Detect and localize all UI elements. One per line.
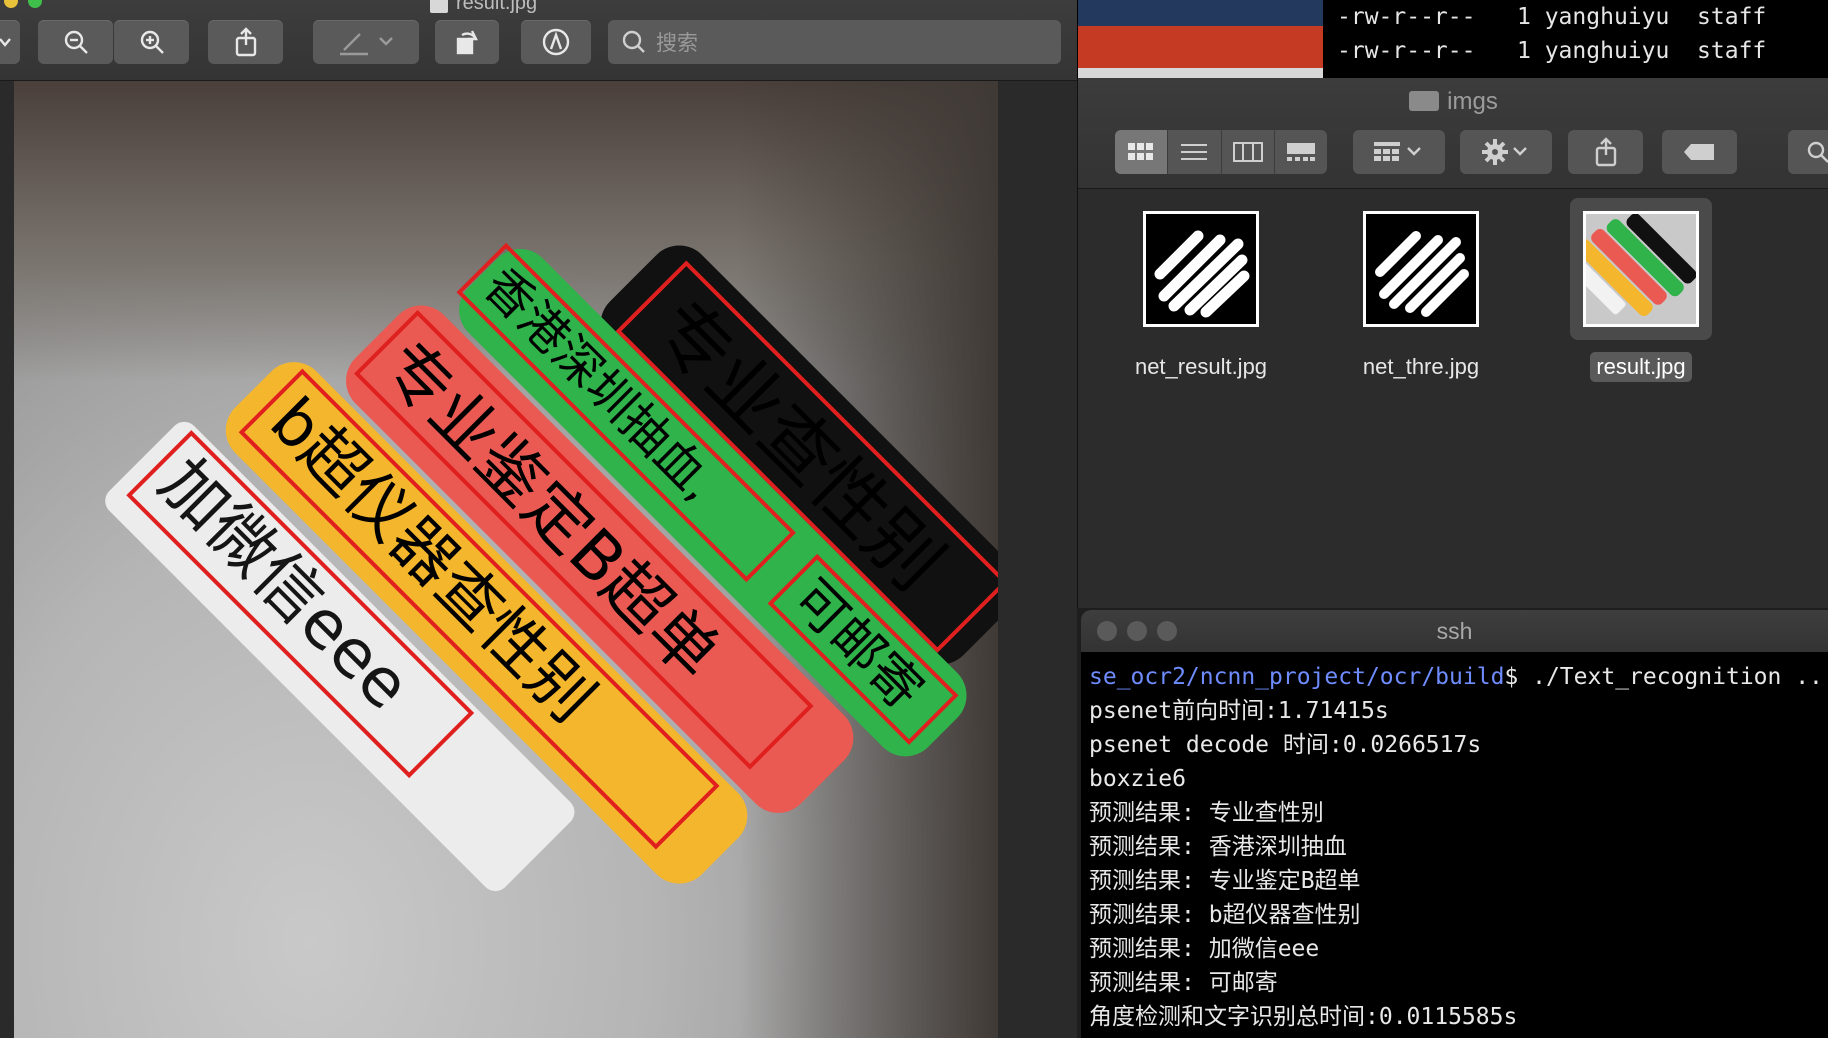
zoom-in-button[interactable] [114, 20, 189, 64]
action-button[interactable] [1460, 130, 1552, 174]
file-name: net_result.jpg [1134, 354, 1268, 379]
column-view-button[interactable] [1222, 130, 1275, 174]
search-icon [1807, 141, 1828, 163]
share-button[interactable] [208, 20, 283, 64]
tag-icon [1683, 144, 1714, 160]
background-terminal: -rw-r--r-- 1 yanghuiyu staff -rw-r--r-- … [1077, 0, 1828, 78]
search-field[interactable]: 搜索 [608, 20, 1061, 64]
output-line: boxzie6 [1089, 766, 1186, 792]
ssh-terminal-window: ssh se_ocr2/ncnn_project/ocr/build$ ./Te… [1081, 610, 1828, 1038]
list-icon [1181, 144, 1208, 160]
output-line: psenet decode 时间:0.0266517s [1089, 732, 1482, 758]
ls-output-line: -rw-r--r-- 1 yanghuiyu staff [1337, 4, 1767, 30]
finder-search-button[interactable] [1788, 130, 1828, 174]
output-line: 预测结果: 专业查性别 [1089, 800, 1324, 826]
rotate-button[interactable] [435, 20, 499, 64]
share-icon [1595, 137, 1616, 167]
group-icon [1374, 142, 1400, 161]
thumbnail-result [1583, 211, 1699, 327]
thumbnail-net-result [1143, 211, 1259, 327]
document-icon [430, 0, 448, 13]
window-title: result.jpg [430, 0, 537, 15]
gear-icon [1482, 139, 1508, 165]
finder-toolbar: imgs [1078, 78, 1828, 189]
output-line: 预测结果: 专业鉴定B超单 [1089, 868, 1361, 894]
share-icon [235, 27, 256, 57]
file-name: result.jpg [1590, 352, 1692, 382]
markup-button[interactable] [313, 20, 419, 64]
sidebar-menu-button[interactable] [0, 20, 20, 64]
zoom-out-icon [64, 30, 88, 54]
finder-title: imgs [1078, 88, 1828, 116]
output-line: psenet前向时间:1.71415s [1089, 698, 1389, 724]
prompt-path: se_ocr2/ncnn_project/ocr/build [1089, 664, 1505, 690]
chevron-down-icon [1407, 147, 1421, 156]
tag-button[interactable] [1662, 130, 1737, 174]
zoom-out-button[interactable] [38, 20, 113, 64]
chevron-down-icon [0, 38, 11, 47]
minimize-button[interactable] [4, 0, 18, 8]
chevron-down-icon [379, 37, 393, 46]
file-item[interactable]: net_result.jpg [1096, 198, 1306, 382]
terminal-title: ssh [1436, 618, 1473, 644]
gallery-view-button[interactable] [1275, 130, 1327, 174]
markup-circle-icon [542, 28, 570, 56]
columns-icon [1232, 142, 1263, 162]
gallery-icon [1286, 143, 1315, 161]
preview-window: result.jpg 搜索 专业查性别 香港深圳抽血, 可邮寄 专业鉴定B超单 … [0, 0, 1077, 1038]
group-button[interactable] [1353, 130, 1445, 174]
search-icon [622, 30, 645, 53]
zoom-window-button[interactable] [28, 0, 42, 8]
output-line: 预测结果: 可邮寄 [1089, 970, 1278, 996]
rotate-icon [456, 30, 478, 55]
file-item[interactable]: net_thre.jpg [1316, 198, 1526, 382]
output-line: 角度检测和文字识别总时间:0.0115585s [1089, 1004, 1518, 1030]
prompt-line: se_ocr2/ncnn_project/ocr/build$ ./Text_r… [1089, 660, 1828, 694]
terminal-output[interactable]: se_ocr2/ncnn_project/ocr/build$ ./Text_r… [1089, 660, 1828, 1034]
output-line: 预测结果: 加微信eee [1089, 936, 1320, 962]
share-button[interactable] [1568, 130, 1643, 174]
image-canvas: 专业查性别 香港深圳抽血, 可邮寄 专业鉴定B超单 b超仪器查性别 加微信eee [0, 81, 1077, 1038]
file-name: net_thre.jpg [1362, 354, 1480, 379]
grid-icon [1128, 143, 1154, 160]
ls-output-line: -rw-r--r-- 1 yanghuiyu staff [1337, 38, 1767, 64]
pen-icon [340, 33, 368, 56]
finder-window: imgs net_result.jpg net_thre.jpg result.… [1077, 78, 1828, 608]
icon-view-button[interactable] [1115, 130, 1169, 174]
result-image: 专业查性别 香港深圳抽血, 可邮寄 专业鉴定B超单 b超仪器查性别 加微信eee [14, 81, 998, 1038]
preview-toolbar: result.jpg 搜索 [0, 0, 1077, 81]
view-mode-control[interactable] [1115, 130, 1327, 174]
output-line: 预测结果: 香港深圳抽血 [1089, 834, 1347, 860]
file-item-selected[interactable]: result.jpg [1536, 198, 1746, 382]
thumbnail-net-thre [1363, 211, 1479, 327]
chevron-down-icon [1513, 147, 1527, 156]
search-placeholder: 搜索 [656, 32, 698, 55]
folder-icon [1409, 91, 1440, 111]
list-view-button[interactable] [1168, 130, 1222, 174]
zoom-in-icon [140, 30, 164, 54]
prompt-command: $ ./Text_recognition .. [1504, 664, 1823, 690]
output-line: 预测结果: b超仪器查性别 [1089, 902, 1361, 928]
annotate-button[interactable] [521, 20, 591, 64]
terminal-titlebar: ssh [1081, 610, 1828, 652]
